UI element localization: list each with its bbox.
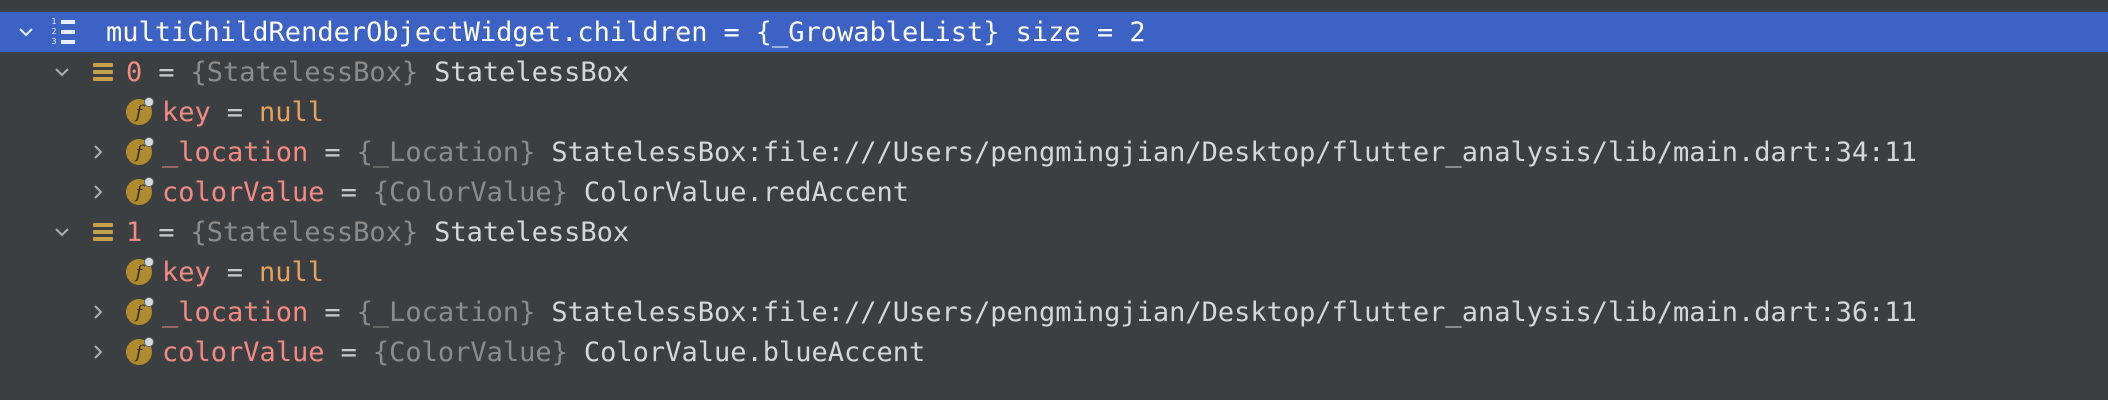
variable-value: ColorValue.blueAccent xyxy=(583,336,926,368)
variable-value: size = 2 xyxy=(1015,16,1146,48)
variable-name: colorValue xyxy=(162,176,325,208)
element-index: 1 xyxy=(126,216,143,248)
debugger-variables-tree: 1 2 3 multiChildRenderObjectWidget.child… xyxy=(0,0,2108,400)
equals-sign: = xyxy=(340,336,357,368)
chevron-down-icon[interactable] xyxy=(12,18,40,46)
chevron-down-icon[interactable] xyxy=(48,218,76,246)
variable-value: StatelessBox:file:///Users/pengmingjian/… xyxy=(551,296,1917,328)
tree-row-element-1[interactable]: 1 = {StatelessBox} StatelessBox xyxy=(0,212,2108,252)
variable-type: {_Location} xyxy=(356,136,536,168)
variable-name: _location xyxy=(162,296,309,328)
field-icon: f xyxy=(124,137,154,167)
variable-name: _location xyxy=(162,136,309,168)
tree-row-color-value[interactable]: f colorValue = {ColorValue} ColorValue.r… xyxy=(0,172,2108,212)
variable-type: {StatelessBox} xyxy=(190,56,419,88)
equals-sign: = xyxy=(226,96,244,128)
field-icon: f xyxy=(124,257,154,287)
list-icon: 1 2 3 xyxy=(48,17,78,47)
tree-row-location[interactable]: f _location = {_Location} StatelessBox:f… xyxy=(0,292,2108,332)
tree-row-key[interactable]: f key = null xyxy=(0,252,2108,292)
variable-value: StatelessBox:file:///Users/pengmingjian/… xyxy=(551,136,1917,168)
tree-row-color-value[interactable]: f colorValue = {ColorValue} ColorValue.b… xyxy=(0,332,2108,372)
variable-value: StatelessBox xyxy=(434,216,630,248)
variable-value: ColorValue.redAccent xyxy=(583,176,910,208)
variable-type: {ColorValue} xyxy=(372,176,568,208)
tree-row-children-list[interactable]: 1 2 3 multiChildRenderObjectWidget.child… xyxy=(0,12,2108,52)
element-index: 0 xyxy=(126,56,143,88)
variable-type: {_Location} xyxy=(356,296,536,328)
array-element-icon xyxy=(88,217,118,247)
chevron-right-icon[interactable] xyxy=(84,178,112,206)
variable-type: {_GrowableList} xyxy=(755,16,1000,48)
equals-sign: = xyxy=(226,256,244,288)
variable-name: key xyxy=(162,256,211,288)
variable-type: {ColorValue} xyxy=(372,336,568,368)
variable-value: StatelessBox xyxy=(434,56,630,88)
field-icon: f xyxy=(124,297,154,327)
variable-name: colorValue xyxy=(162,336,325,368)
variable-value: null xyxy=(259,96,325,128)
variable-name: key xyxy=(162,96,211,128)
variable-value: null xyxy=(259,256,325,288)
variable-type: {StatelessBox} xyxy=(190,216,419,248)
tree-row-location[interactable]: f _location = {_Location} StatelessBox:f… xyxy=(0,132,2108,172)
panel-top-border xyxy=(0,0,2108,8)
field-icon: f xyxy=(124,177,154,207)
chevron-right-icon[interactable] xyxy=(84,338,112,366)
equals-sign: = xyxy=(340,176,357,208)
equals-sign: = xyxy=(158,216,175,248)
chevron-right-icon[interactable] xyxy=(84,298,112,326)
array-element-icon xyxy=(88,57,118,87)
field-icon: f xyxy=(124,337,154,367)
equals-sign: = xyxy=(723,16,740,48)
tree-row-element-0[interactable]: 0 = {StatelessBox} StatelessBox xyxy=(0,52,2108,92)
field-icon: f xyxy=(124,97,154,127)
equals-sign: = xyxy=(324,136,341,168)
variable-name: multiChildRenderObjectWidget.children xyxy=(106,16,708,48)
chevron-right-icon[interactable] xyxy=(84,138,112,166)
chevron-down-icon[interactable] xyxy=(48,58,76,86)
equals-sign: = xyxy=(158,56,175,88)
equals-sign: = xyxy=(324,296,341,328)
tree-row-key[interactable]: f key = null xyxy=(0,92,2108,132)
